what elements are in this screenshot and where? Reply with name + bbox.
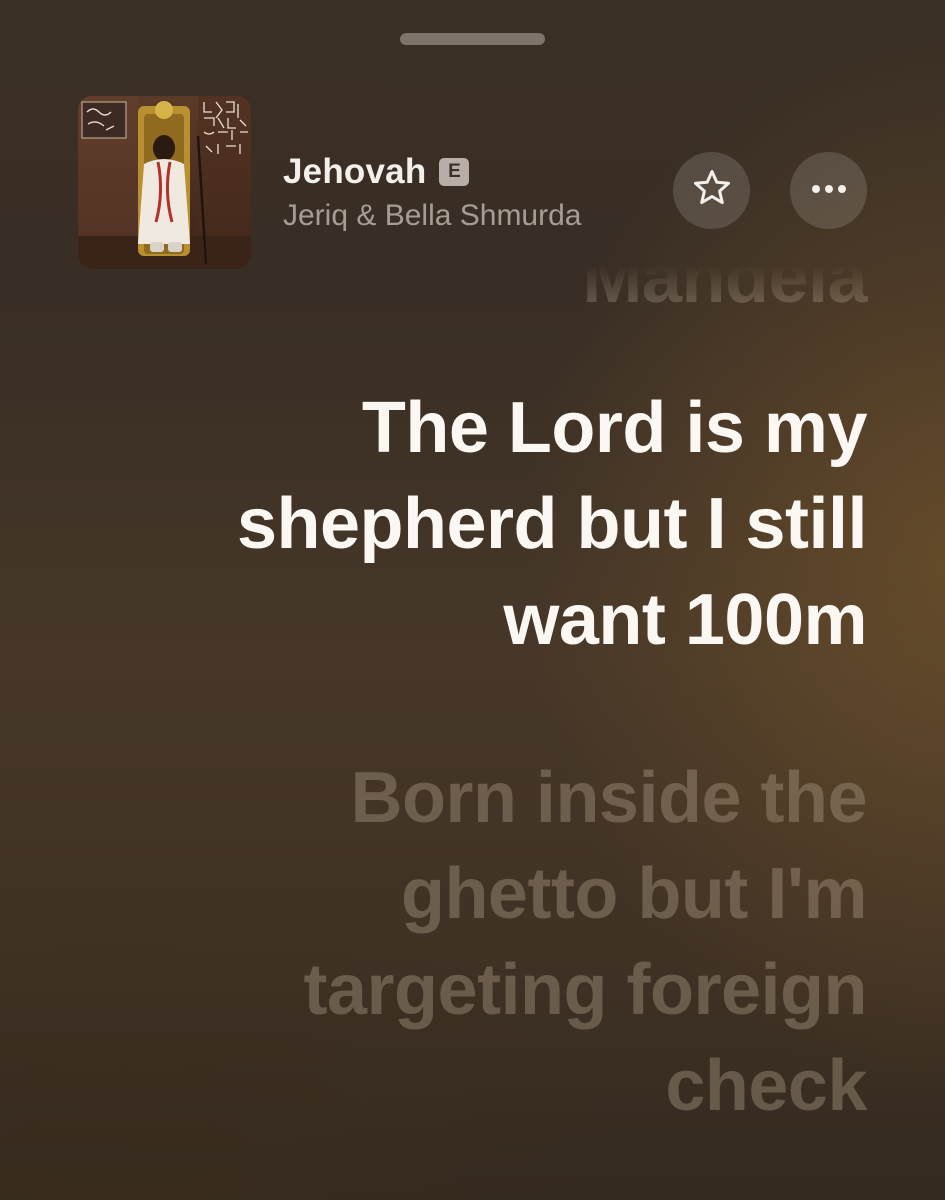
lyric-line-previous[interactable]: Mandela <box>207 230 867 326</box>
lyrics-scroller[interactable]: Mandela The Lord is my shepherd but I st… <box>0 230 945 1200</box>
lyric-line-next[interactable]: Born inside the ghetto but I'm targeting… <box>207 750 868 1134</box>
track-title: Jehovah <box>283 152 427 191</box>
favorite-button[interactable] <box>673 152 750 229</box>
explicit-badge: E <box>439 158 470 186</box>
lyric-line-current[interactable]: The Lord is my shepherd but I still want… <box>207 380 868 668</box>
ellipsis-icon <box>809 182 849 200</box>
star-icon <box>692 168 732 213</box>
track-title-row[interactable]: Jehovah E <box>283 150 470 194</box>
sheet-grabber[interactable] <box>400 33 545 45</box>
more-options-button[interactable] <box>790 152 867 229</box>
